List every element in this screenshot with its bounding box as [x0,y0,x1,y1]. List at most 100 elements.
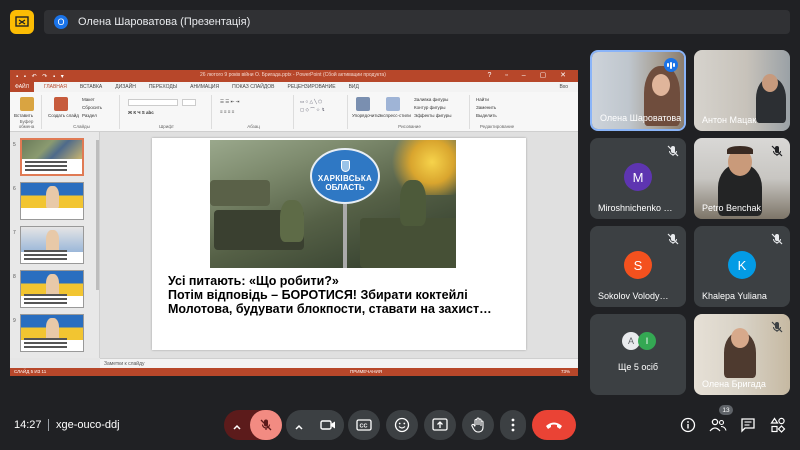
emoji-button[interactable] [386,410,418,440]
slide-thumbnail-9[interactable] [20,314,84,352]
slide-thumbnail-6[interactable] [20,182,84,220]
end-call-button[interactable] [532,410,576,440]
replace-button[interactable]: Заменить [476,105,496,110]
select-button[interactable]: Выделить [476,113,497,118]
notes-pane[interactable]: Заметки к слайду [100,358,578,368]
quick-styles-icon[interactable] [386,97,400,111]
tab-design[interactable]: ДИЗАЙН [115,84,136,90]
paragraph-group: ☰ ☰ ⇤ ⇥ ≡ ≡ ≡ ≡ Абзац [214,95,294,129]
arrange-button[interactable]: Упорядочить [352,113,379,118]
font-group-label: Шрифт [159,124,174,129]
shapes-icons[interactable]: ▭ ○ △ ╲ ⬠ [300,99,322,105]
font-name-field[interactable] [128,99,178,106]
shape-outline-button[interactable]: Контур фигуры [414,105,445,110]
participant-tile[interactable]: K Khalepa Yuliana [694,226,790,307]
raise-hand-button[interactable] [462,410,494,440]
mic-off-icon [771,233,783,245]
zoom-level[interactable]: 73% [561,369,570,374]
window-controls[interactable]: ? ▫ – ▢ ✕ [487,71,572,79]
people-icon [709,418,727,432]
list-buttons[interactable]: ☰ ☰ ⇤ ⇥ [220,99,239,105]
align-buttons[interactable]: ≡ ≡ ≡ ≡ [220,109,234,114]
tab-slideshow[interactable]: ПОКАЗ СЛАЙДОВ [232,84,274,90]
participant-name: Miroshnichenko … [598,203,673,213]
current-slide[interactable]: ХАРКІВСЬКА ОБЛАСТЬ Усі питають: «Що роби… [152,138,526,350]
tab-view[interactable]: ВИД [349,84,359,90]
thumbnail-number: 7 [13,230,16,236]
more-options-button[interactable] [500,410,526,440]
activities-button[interactable] [768,415,788,435]
login-link[interactable]: Вхо [559,84,568,90]
people-button[interactable] [708,415,728,435]
shapes-gallery: ▭ ○ △ ╲ ⬠ ▢ ◇ ⌒ ☆ ↯ [296,95,348,129]
bottom-bar: 14:27 xge-ouco-ddj CC [0,400,800,450]
more-participants-tile[interactable]: A I Ще 5 осіб [590,314,686,395]
meeting-code[interactable]: xge-ouco-ddj [56,419,120,431]
arrange-icon[interactable] [356,97,370,111]
layout-button[interactable]: Макет [82,97,95,102]
camera-button-group [286,410,344,440]
videocam-icon [320,420,335,430]
speaking-indicator-icon [664,58,678,72]
captions-button[interactable]: CC [348,410,380,440]
camera-toggle-button[interactable] [312,410,344,440]
tab-transitions[interactable]: ПЕРЕХОДЫ [149,84,177,90]
info-button[interactable] [678,415,698,435]
presenter-avatar: О [54,15,68,29]
new-slide-button[interactable]: Создать слайд [48,113,79,118]
tab-review[interactable]: РЕЦЕНЗИРОВАНИЕ [287,84,335,90]
shapes-icons-row2[interactable]: ▢ ◇ ⌒ ☆ ↯ [300,107,325,113]
participant-tile[interactable]: Олена Бригада [694,314,790,395]
paste-button[interactable]: Вставить [14,113,33,118]
thumbnail-number: 6 [13,186,16,192]
reset-button[interactable]: Сбросить [82,105,102,110]
top-bar: О Олена Шароватова (Презентація) [0,0,800,44]
slide-thumbnail-5[interactable] [20,138,84,176]
font-format-buttons[interactable]: Ж К Ч S abc [128,110,154,115]
more-vert-icon [511,418,515,432]
slides-group-label: Слайды [73,124,90,129]
mic-toggle-button[interactable] [250,410,282,440]
section-button[interactable]: Раздел [82,113,97,118]
kharkiv-region-sign: ХАРКІВСЬКА ОБЛАСТЬ [310,148,380,204]
shape-fill-button[interactable]: Заливка фигуры [414,97,448,102]
participant-name: Олена Шароватова [600,113,682,123]
mic-off-icon [771,145,783,157]
slides-group: Создать слайд Макет Сбросить Раздел Слай… [44,95,120,129]
mic-off-icon [667,145,679,157]
participant-tile[interactable]: S Sokolov Volody… [590,226,686,307]
shape-effects-button[interactable]: Эффекты фигуры [414,113,452,118]
emoji-icon [394,417,410,433]
present-to-all-icon[interactable] [10,10,34,34]
participant-tile[interactable]: Олена Шароватова [590,50,686,131]
tab-animation[interactable]: АНИМАЦИЯ [190,84,219,90]
slide-photo: ХАРКІВСЬКА ОБЛАСТЬ [210,140,456,268]
mic-off-icon [667,233,679,245]
ppt-ribbon: Вставить Буфер обмена Создать слайд Маке… [10,92,578,132]
present-now-button[interactable] [424,410,456,440]
paste-icon[interactable] [20,97,34,111]
slide-thumbnail-7[interactable] [20,226,84,264]
quick-styles-button[interactable]: Экспресс-стили [378,113,411,118]
soldier-figure [280,200,304,242]
chat-button[interactable] [738,415,758,435]
chevron-up-icon[interactable] [294,419,304,437]
participant-tile[interactable]: M Miroshnichenko … [590,138,686,219]
find-button[interactable]: Найти [476,97,489,102]
chevron-up-icon[interactable] [232,419,242,437]
new-slide-icon[interactable] [54,97,68,111]
soldier-figure [400,180,426,226]
tab-insert[interactable]: ВСТАВКА [80,84,102,90]
participant-tile[interactable]: Petro Benchak [694,138,790,219]
participant-avatar: K [728,251,756,279]
thumbnails-scrollbar[interactable] [96,140,99,290]
ppt-window-title: 26 лютого 9 років війни О. Бригада.pptx … [200,72,386,78]
font-size-field[interactable] [182,99,196,106]
slide-thumbnail-8[interactable] [20,270,84,308]
tab-home[interactable]: ГЛАВНАЯ [44,84,67,90]
participant-tile[interactable]: Антон Мацак [694,50,790,131]
tab-file[interactable]: ФАЙЛ [10,82,34,92]
presenting-banner[interactable]: О Олена Шароватова (Презентація) [44,10,790,34]
notes-toggle[interactable]: ПРИМЕЧАНИЯ [350,369,382,374]
mic-off-icon [260,419,272,431]
